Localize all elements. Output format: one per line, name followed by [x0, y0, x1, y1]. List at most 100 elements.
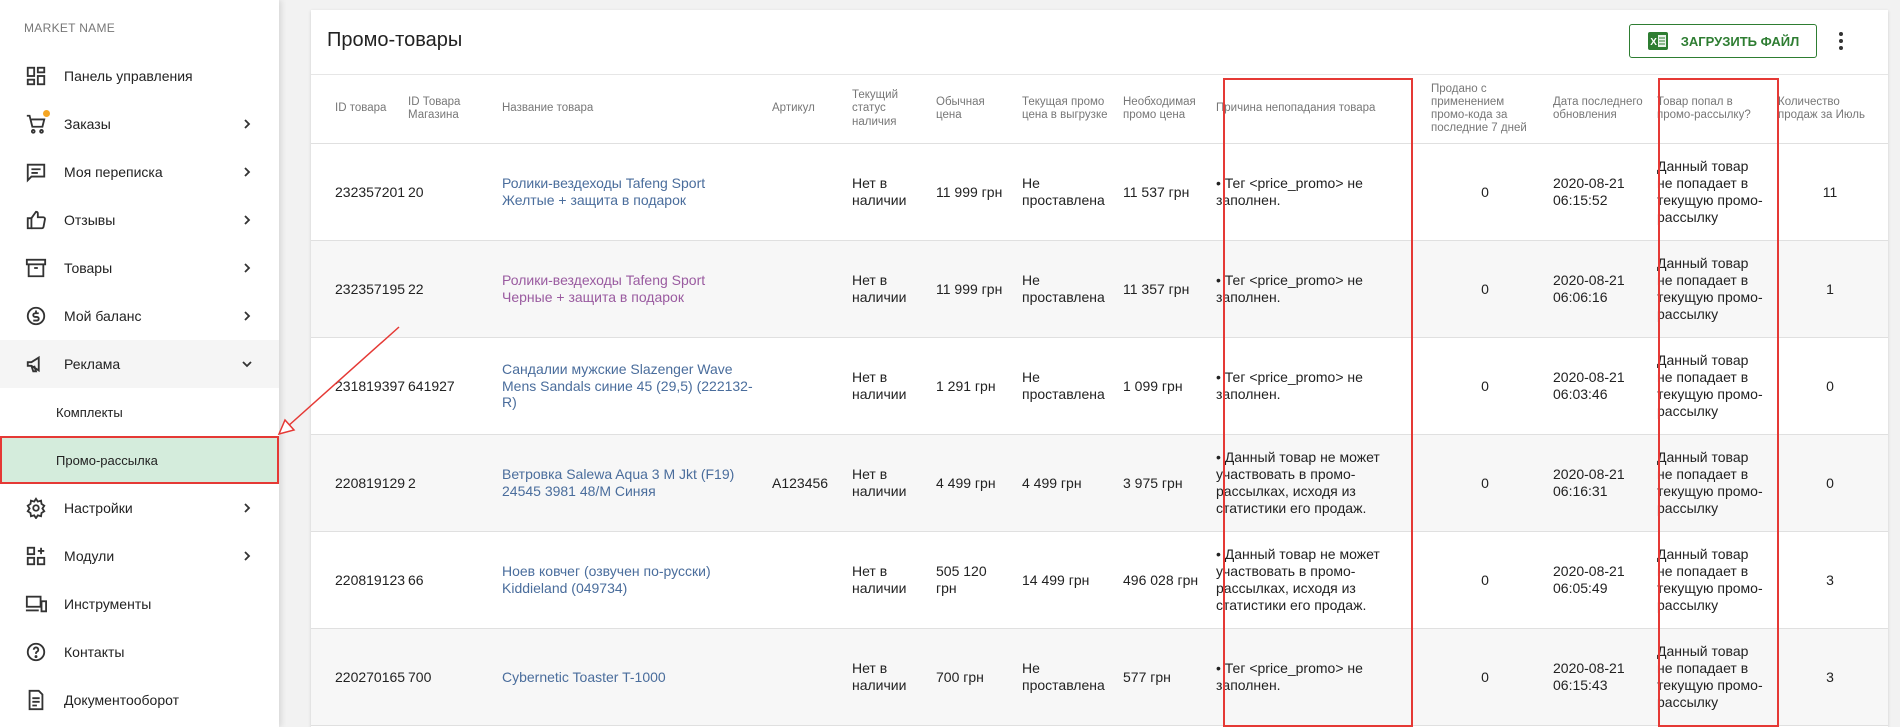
- cell-need-price: 496 028 грн: [1115, 531, 1208, 629]
- sidebar-item-modules[interactable]: Модули: [0, 532, 279, 580]
- col-header-store-id[interactable]: ID Товара Магазина: [400, 74, 494, 144]
- notification-dot: [43, 110, 50, 117]
- sidebar-nav: Панель управления Заказы Моя переписка О…: [0, 52, 279, 724]
- table-header-row: ID товара ID Товара Магазина Название то…: [311, 74, 1888, 144]
- col-header-sales-july[interactable]: Количество продаж за Июль: [1770, 74, 1888, 144]
- product-link[interactable]: Ветровка Salewa Aqua 3 M Jkt (F19) 24545…: [502, 466, 734, 499]
- cell-article: [764, 531, 844, 629]
- col-header-id[interactable]: ID товара: [311, 74, 400, 144]
- sidebar-item-messages[interactable]: Моя переписка: [0, 148, 279, 196]
- document-icon: [24, 688, 48, 712]
- modules-icon: [24, 544, 48, 568]
- sidebar-item-orders[interactable]: Заказы: [0, 100, 279, 148]
- cell-article: [764, 143, 844, 241]
- cell-need-price: 11 537 грн: [1115, 143, 1208, 241]
- cell-store-id: 2: [400, 434, 494, 532]
- sidebar-item-label: Контакты: [64, 644, 125, 660]
- cell-sold: 0: [1423, 628, 1545, 726]
- cell-sales-july: 0: [1770, 337, 1888, 435]
- cell-sales-july: 3: [1770, 531, 1888, 629]
- upload-file-label: ЗАГРУЗИТЬ ФАЙЛ: [1680, 33, 1800, 49]
- cell-sold: 0: [1423, 434, 1545, 532]
- cell-updated: 2020-08-21 06:03:46: [1545, 337, 1649, 435]
- sidebar-item-label: Реклама: [64, 356, 121, 372]
- sidebar-item-label: Модули: [64, 548, 115, 564]
- col-header-reason[interactable]: Причина непопадания товара: [1208, 74, 1423, 144]
- more-options-icon[interactable]: [1833, 28, 1849, 54]
- col-header-status[interactable]: Текущий статус наличия: [844, 74, 928, 144]
- cell-promo-price: Не проставлена: [1014, 337, 1115, 435]
- chevron-down-icon: [242, 361, 252, 368]
- col-header-need-price[interactable]: Необходимая промо цена: [1115, 74, 1208, 144]
- sidebar-item-documents[interactable]: Документооборот: [0, 676, 279, 724]
- cell-need-price: 3 975 грн: [1115, 434, 1208, 532]
- cell-in-promo: Данный товар не попадает в текущую промо…: [1649, 628, 1770, 726]
- cell-name: Cybernetic Toaster T-1000: [494, 628, 764, 726]
- cell-reason: • Тег <price_promo> не заполнен.: [1208, 337, 1423, 435]
- product-link[interactable]: Ролики-вездеходы Tafeng Sport Желтые + з…: [502, 175, 705, 208]
- product-link[interactable]: Ноев ковчег (озвучен по-русски) Kiddiela…: [502, 563, 711, 596]
- page-title: Промо-товары: [327, 29, 463, 51]
- sidebar-item-reviews[interactable]: Отзывы: [0, 196, 279, 244]
- excel-icon: X: [1647, 32, 1668, 50]
- cell-name: Ролики-вездеходы Tafeng Sport Черные + з…: [494, 240, 764, 338]
- sidebar-item-label: Моя переписка: [64, 164, 163, 180]
- col-header-updated[interactable]: Дата последнего обновления: [1545, 74, 1649, 144]
- table-row: 232357195 22 Ролики-вездеходы Tafeng Sport…: [311, 240, 1888, 338]
- cell-name: Ветровка Salewa Aqua 3 M Jkt (F19) 24545…: [494, 434, 764, 532]
- upload-file-button[interactable]: X ЗАГРУЗИТЬ ФАЙЛ: [1629, 24, 1817, 58]
- col-header-sold[interactable]: Продано с применением промо-кода за посл…: [1423, 74, 1545, 144]
- cell-sold: 0: [1423, 240, 1545, 338]
- table-row: 231819397 641927 Сандалии мужские Slazenge…: [311, 337, 1888, 435]
- cell-promo-price: 4 499 грн: [1014, 434, 1115, 532]
- sidebar-item-advertising[interactable]: Реклама: [0, 340, 279, 388]
- cart-icon: [24, 110, 50, 136]
- cell-id: 220270165: [311, 628, 405, 726]
- promo-products-card: Промо-товары X ЗАГРУЗИТЬ ФАЙЛ ID товара …: [311, 10, 1888, 727]
- sidebar-item-balance[interactable]: Мой баланс: [0, 292, 279, 340]
- col-header-in-promo[interactable]: Товар попал в промо-рассылку?: [1649, 74, 1770, 144]
- col-header-promo-price[interactable]: Текущая промо цена в выгрузке: [1014, 74, 1115, 144]
- cell-status: Нет в наличии: [844, 628, 928, 726]
- sidebar-subitem-promo-mailing[interactable]: Промо-рассылка: [0, 436, 279, 484]
- sidebar-item-products[interactable]: Товары: [0, 244, 279, 292]
- cell-price: 11 999 грн: [928, 240, 1014, 338]
- sidebar-item-label: Мой баланс: [64, 308, 142, 324]
- cell-need-price: 11 357 грн: [1115, 240, 1208, 338]
- cell-in-promo: Данный товар не попадает в текущую промо…: [1649, 240, 1770, 338]
- chevron-right-icon: [244, 215, 251, 225]
- sidebar-item-settings[interactable]: Настройки: [0, 484, 279, 532]
- sidebar-subitem-bundles[interactable]: Комплекты: [0, 388, 279, 436]
- cell-need-price: 1 099 грн: [1115, 337, 1208, 435]
- table-row: 232357201 20 Ролики-вездеходы Tafeng Sport…: [311, 143, 1888, 241]
- cell-in-promo: Данный товар не попадает в текущую промо…: [1649, 531, 1770, 629]
- chevron-right-icon: [244, 311, 251, 321]
- sidebar-item-label: Документооборот: [64, 692, 180, 708]
- sidebar-item-contacts[interactable]: Контакты: [0, 628, 279, 676]
- cell-status: Нет в наличии: [844, 143, 928, 241]
- cell-reason: • Тег <price_promo> не заполнен.: [1208, 143, 1423, 241]
- cell-article: [764, 628, 844, 726]
- cell-store-id: 22: [400, 240, 494, 338]
- box-icon: [24, 256, 48, 280]
- cell-sales-july: 1: [1770, 240, 1888, 338]
- product-link[interactable]: Сандалии мужские Slazenger Wave Mens San…: [502, 361, 753, 411]
- product-link[interactable]: Ролики-вездеходы Tafeng Sport Черные + з…: [502, 272, 705, 305]
- col-header-name[interactable]: Название товара: [494, 74, 764, 144]
- sidebar-item-tools[interactable]: Инструменты: [0, 580, 279, 628]
- col-header-article[interactable]: Артикул: [764, 74, 844, 144]
- cell-status: Нет в наличии: [844, 240, 928, 338]
- gear-icon: [24, 496, 48, 520]
- chevron-right-icon: [244, 119, 251, 129]
- cell-article: [764, 337, 844, 435]
- cell-price: 4 499 грн: [928, 434, 1014, 532]
- sidebar-item-label: Отзывы: [64, 212, 116, 228]
- sidebar: MARKET NAME Панель управления Заказы Моя…: [0, 0, 279, 727]
- thumbs-up-icon: [24, 208, 48, 232]
- product-link[interactable]: Cybernetic Toaster T-1000: [502, 669, 666, 685]
- cell-store-id: 20: [400, 143, 494, 241]
- sidebar-item-dashboard[interactable]: Панель управления: [0, 52, 279, 100]
- cell-updated: 2020-08-21 06:16:31: [1545, 434, 1649, 532]
- col-header-price[interactable]: Обычная цена: [928, 74, 1014, 144]
- cell-store-id: 66: [400, 531, 494, 629]
